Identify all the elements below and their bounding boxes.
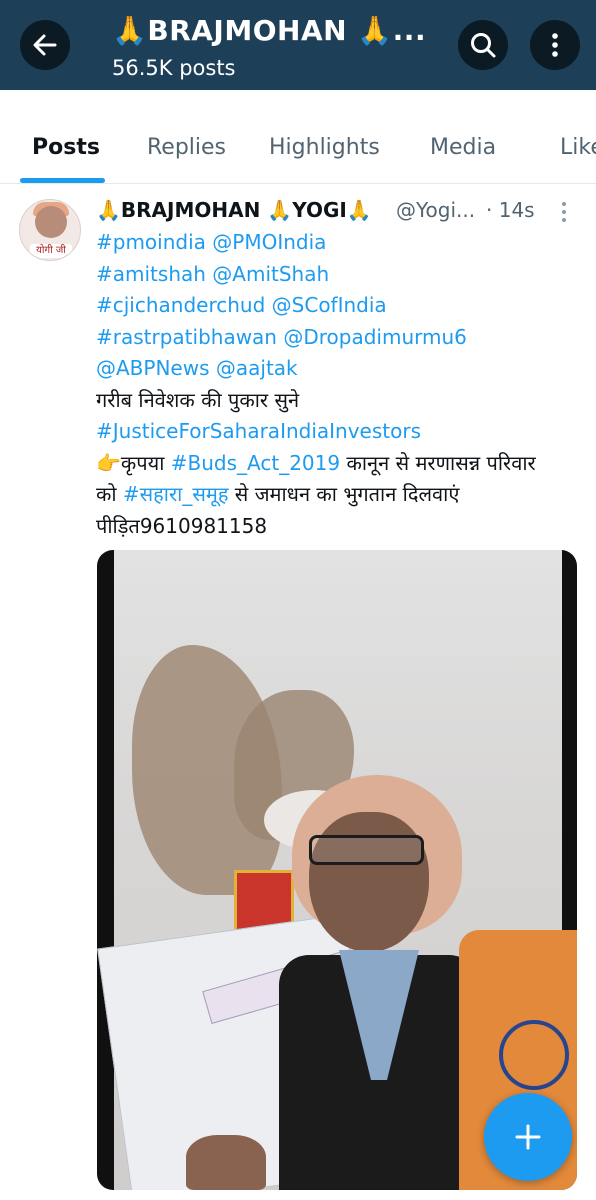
search-button[interactable] [458,20,508,70]
post-text-line: 👉कृपया #Buds_Act_2019 कानून से मरणासन्न … [96,448,586,480]
back-button[interactable] [20,20,70,70]
post-text-line: पीड़ित9610981158 [96,511,586,543]
post-count: 56.5K posts [112,56,236,80]
hashtag-link[interactable]: #cjichanderchud [96,293,265,317]
video-frame [97,550,577,1190]
tab-highlights[interactable]: Highlights [269,135,380,160]
post-text-line: गरीब निवेशक की पुकार सुने [96,385,586,417]
profile-title: 🙏BRAJMOHAN 🙏... [112,14,427,47]
avatar-label: योगी जी [30,244,72,258]
post-header: 🙏BRAJMOHAN 🙏YOGI🙏 @Yogi... · 14s [96,198,576,228]
post-more-button[interactable] [554,200,574,224]
mention-link[interactable]: @AmitShah [212,262,329,286]
avatar[interactable]: योगी जी [19,199,81,261]
tab-posts[interactable]: Posts [32,135,100,160]
hashtag-link[interactable]: #rastrpatibhawan [96,325,277,349]
active-tab-indicator [20,178,105,183]
profile-tabs: Posts Replies Highlights Media Likes [0,90,596,184]
tab-likes[interactable]: Likes [560,135,596,160]
mention-link[interactable]: @SCofIndia [272,293,387,317]
post-text-line: #rastrpatibhawan @Dropadimurmu6 [96,322,586,354]
mention-link[interactable]: @ABPNews [96,356,210,380]
post-text-line: #JusticeForSaharaIndiaInvestors [96,416,586,448]
top-app-bar: 🙏BRAJMOHAN 🙏... 56.5K posts [0,0,596,90]
post-text-fragment: 👉कृपया [96,450,171,475]
post-text-fragment: कानून से मरणासन्न परिवार [340,450,536,475]
tab-replies[interactable]: Replies [147,135,226,160]
plus-icon [515,1124,541,1150]
post-video[interactable] [97,550,577,1190]
author-handle[interactable]: @Yogi... [396,198,486,222]
hashtag-link[interactable]: #amitshah [96,262,206,286]
post-text-line: #amitshah @AmitShah [96,259,586,291]
search-icon [471,33,496,58]
post-text-line: @ABPNews @aajtak [96,353,586,385]
more-options-button[interactable] [530,20,580,70]
hashtag-link[interactable]: #JusticeForSaharaIndiaInvestors [96,419,421,443]
hashtag-link[interactable]: #सहारा_समूह [123,482,229,506]
mention-link[interactable]: @PMOIndia [212,230,326,254]
mention-link[interactable]: @aajtak [216,356,298,380]
post-text-fragment: से जमाधन का भुगतान दिलवाएं [228,482,460,506]
arrow-left-icon [33,34,57,56]
post-text-fragment: गरीब निवेशक की पुकार सुने [96,387,300,412]
post-text-fragment: को [96,482,123,506]
post-timestamp[interactable]: · 14s [486,198,535,222]
compose-button[interactable] [484,1093,572,1181]
mention-link[interactable]: @Dropadimurmu6 [283,325,467,349]
post-text-fragment: पीड़ित9610981158 [96,513,268,538]
tab-media[interactable]: Media [430,135,496,160]
post-text: #pmoindia @PMOIndia #amitshah @AmitShah #c… [96,227,586,542]
author-name[interactable]: 🙏BRAJMOHAN 🙏YOGI🙏 [96,198,372,222]
post-text-line: को #सहारा_समूह से जमाधन का भुगतान दिलवाए… [96,479,586,511]
hashtag-link[interactable]: #pmoindia [96,230,206,254]
hashtag-link[interactable]: #Buds_Act_2019 [171,451,340,475]
glasses [309,835,424,865]
post-text-line: #cjichanderchud @SCofIndia [96,290,586,322]
more-vertical-icon [552,33,558,57]
post-text-line: #pmoindia @PMOIndia [96,227,586,259]
